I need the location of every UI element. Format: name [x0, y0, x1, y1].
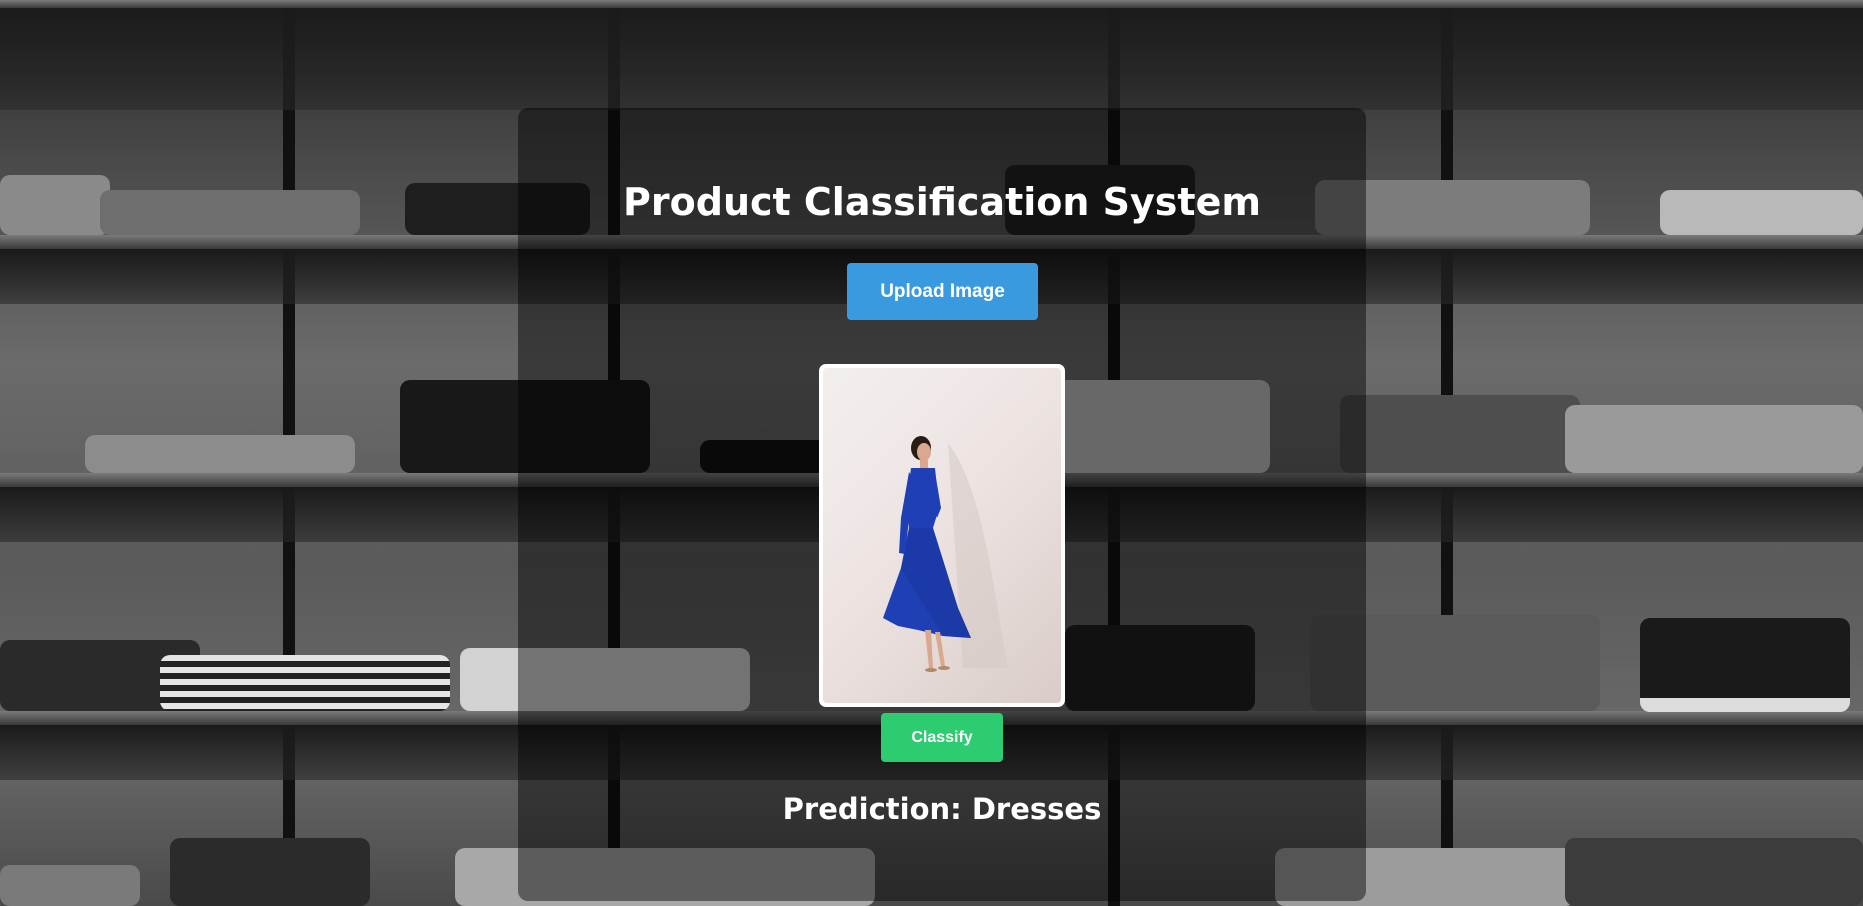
- classify-button[interactable]: Classify: [881, 713, 1003, 762]
- clothing-stack: [1340, 395, 1580, 473]
- page-title: Product Classification System: [623, 180, 1261, 224]
- clothing-stack: [160, 655, 450, 711]
- clothing-stack: [1565, 838, 1863, 906]
- clothing-stack: [1565, 405, 1863, 473]
- sneaker: [1640, 618, 1850, 712]
- clothing-stack: [100, 190, 360, 235]
- clothing-stack: [1660, 190, 1863, 235]
- clothing-stack: [170, 838, 370, 906]
- image-preview: [819, 364, 1065, 707]
- dress-photo-icon: [823, 368, 1061, 703]
- dress-figure-icon: [883, 436, 1008, 672]
- clothing-stack: [0, 175, 110, 235]
- upload-image-button[interactable]: Upload Image: [847, 263, 1038, 320]
- shelf-shadow: [0, 0, 1863, 110]
- prediction-result: Prediction: Dresses: [782, 792, 1102, 826]
- shelf: [0, 0, 1863, 8]
- clothing-stack: [0, 865, 140, 906]
- clothing-stack: [85, 435, 355, 473]
